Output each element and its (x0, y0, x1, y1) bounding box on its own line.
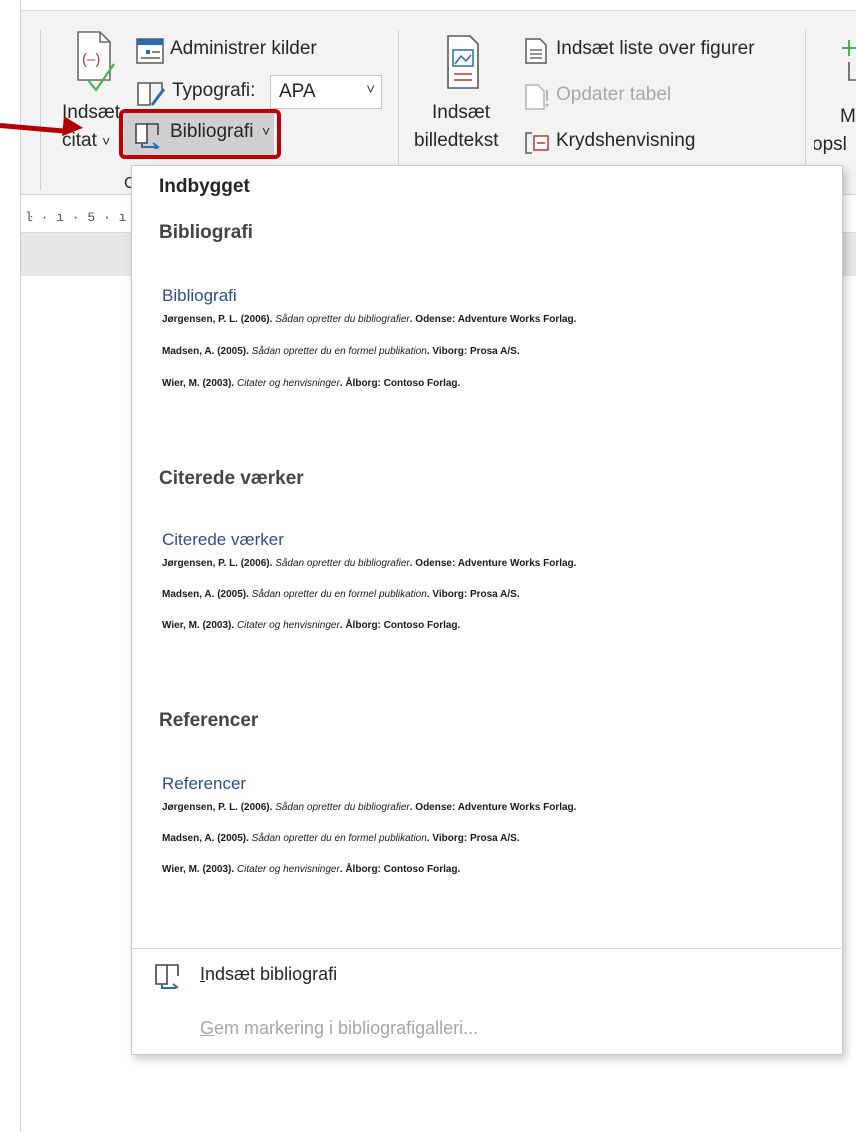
gallery-item-title: Referencer (159, 710, 259, 731)
bibliography-entry: Jørgensen, P. L. (2006). Sådan opretter … (162, 558, 577, 569)
gallery-header-builtin: Indbygget (159, 176, 250, 197)
cross-reference-label: Krydshenvisning (556, 130, 696, 151)
style-label: Typografi: (172, 80, 256, 101)
bibliography-dropdown-menu: Indbygget Bibliografi Bibliografi Jørgen… (131, 165, 843, 1055)
bibliography-entry: Madsen, A. (2005). Sådan opretter du en … (162, 346, 520, 357)
gallery-item-bibliography[interactable]: Bibliografi Bibliografi Jørgensen, P. L.… (132, 210, 842, 428)
style-book-icon (137, 82, 166, 106)
bibliography-icon (155, 964, 179, 989)
save-selection-label: Gem markering i bibliografigalleri... (200, 1018, 479, 1038)
insert-table-of-figures-label: Indsæt liste over figurer (556, 38, 755, 59)
style-select[interactable]: APA ˅ (270, 75, 382, 109)
svg-text:(–): (–) (82, 51, 100, 68)
bibliography-entry: Madsen, A. (2005). Sådan opretter du en … (162, 589, 520, 600)
mark-entry-label-1: M (840, 106, 856, 127)
bibliography-entry: Wier, M. (2003). Citater og henvisninger… (162, 620, 461, 631)
gallery-preview-heading: Bibliografi (162, 286, 237, 305)
mark-entry-label-2: opsl (814, 134, 847, 155)
insert-bibliography-label: Indsæt bibliografi (200, 964, 338, 984)
menu-divider (132, 948, 842, 949)
gallery-item-title: Citerede værker (159, 468, 304, 489)
insert-caption-button[interactable]: Indsæt billedtekst (414, 32, 514, 162)
gallery-preview-heading: Referencer (162, 774, 247, 793)
chevron-down-icon: ˅ (366, 81, 375, 98)
insert-bibliography-menu-item[interactable]: Indsæt bibliografi (142, 956, 832, 996)
insert-caption-label-1: Indsæt (432, 102, 491, 123)
update-table-button[interactable]: Opdater tabel (524, 82, 724, 112)
insert-caption-icon (447, 35, 479, 89)
style-select-value: APA (279, 81, 316, 102)
update-table-label: Opdater tabel (556, 84, 672, 105)
bibliography-entry: Wier, M. (2003). Citater og henvisninger… (162, 864, 461, 875)
manage-sources-icon (136, 38, 164, 64)
gallery-item-works-cited[interactable]: Citerede værker Citerede værker Jørgense… (132, 456, 842, 674)
manage-sources-button[interactable]: Administrer kilder (136, 36, 346, 66)
manage-sources-label: Administrer kilder (170, 38, 317, 59)
ribbon-group-separator (40, 30, 41, 190)
callout-arrow-head (62, 116, 84, 138)
bibliography-entry: Wier, M. (2003). Citater og henvisninger… (162, 378, 461, 389)
highlight-outline (119, 109, 281, 159)
insert-caption-label-2: billedtekst (414, 130, 499, 151)
update-table-icon (525, 84, 549, 110)
insert-citation-icon: (–) (77, 31, 115, 92)
mark-entry-icon (842, 40, 856, 81)
mark-entry-button[interactable]: M opsl (814, 30, 856, 160)
bibliography-entry: Jørgensen, P. L. (2006). Sådan opretter … (162, 314, 577, 325)
table-of-figures-icon (525, 38, 547, 64)
ruler-scale: ŀ · ı · 5 · ı (25, 210, 127, 225)
gallery-preview-heading: Citerede værker (162, 530, 284, 549)
insert-table-of-figures-button[interactable]: Indsæt liste over figurer (524, 36, 786, 66)
chevron-down-icon: ˅ (102, 133, 111, 149)
bibliography-entry: Jørgensen, P. L. (2006). Sådan opretter … (162, 802, 577, 813)
bibliography-entry: Madsen, A. (2005). Sådan opretter du en … (162, 833, 520, 844)
cross-reference-button[interactable]: Krydshenvisning (524, 128, 724, 158)
save-selection-menu-item[interactable]: Gem markering i bibliografigalleri... (142, 1014, 832, 1050)
cross-reference-icon (525, 132, 549, 154)
gallery-item-references[interactable]: Referencer Referencer Jørgensen, P. L. (… (132, 698, 842, 916)
gallery-item-title: Bibliografi (159, 222, 253, 243)
